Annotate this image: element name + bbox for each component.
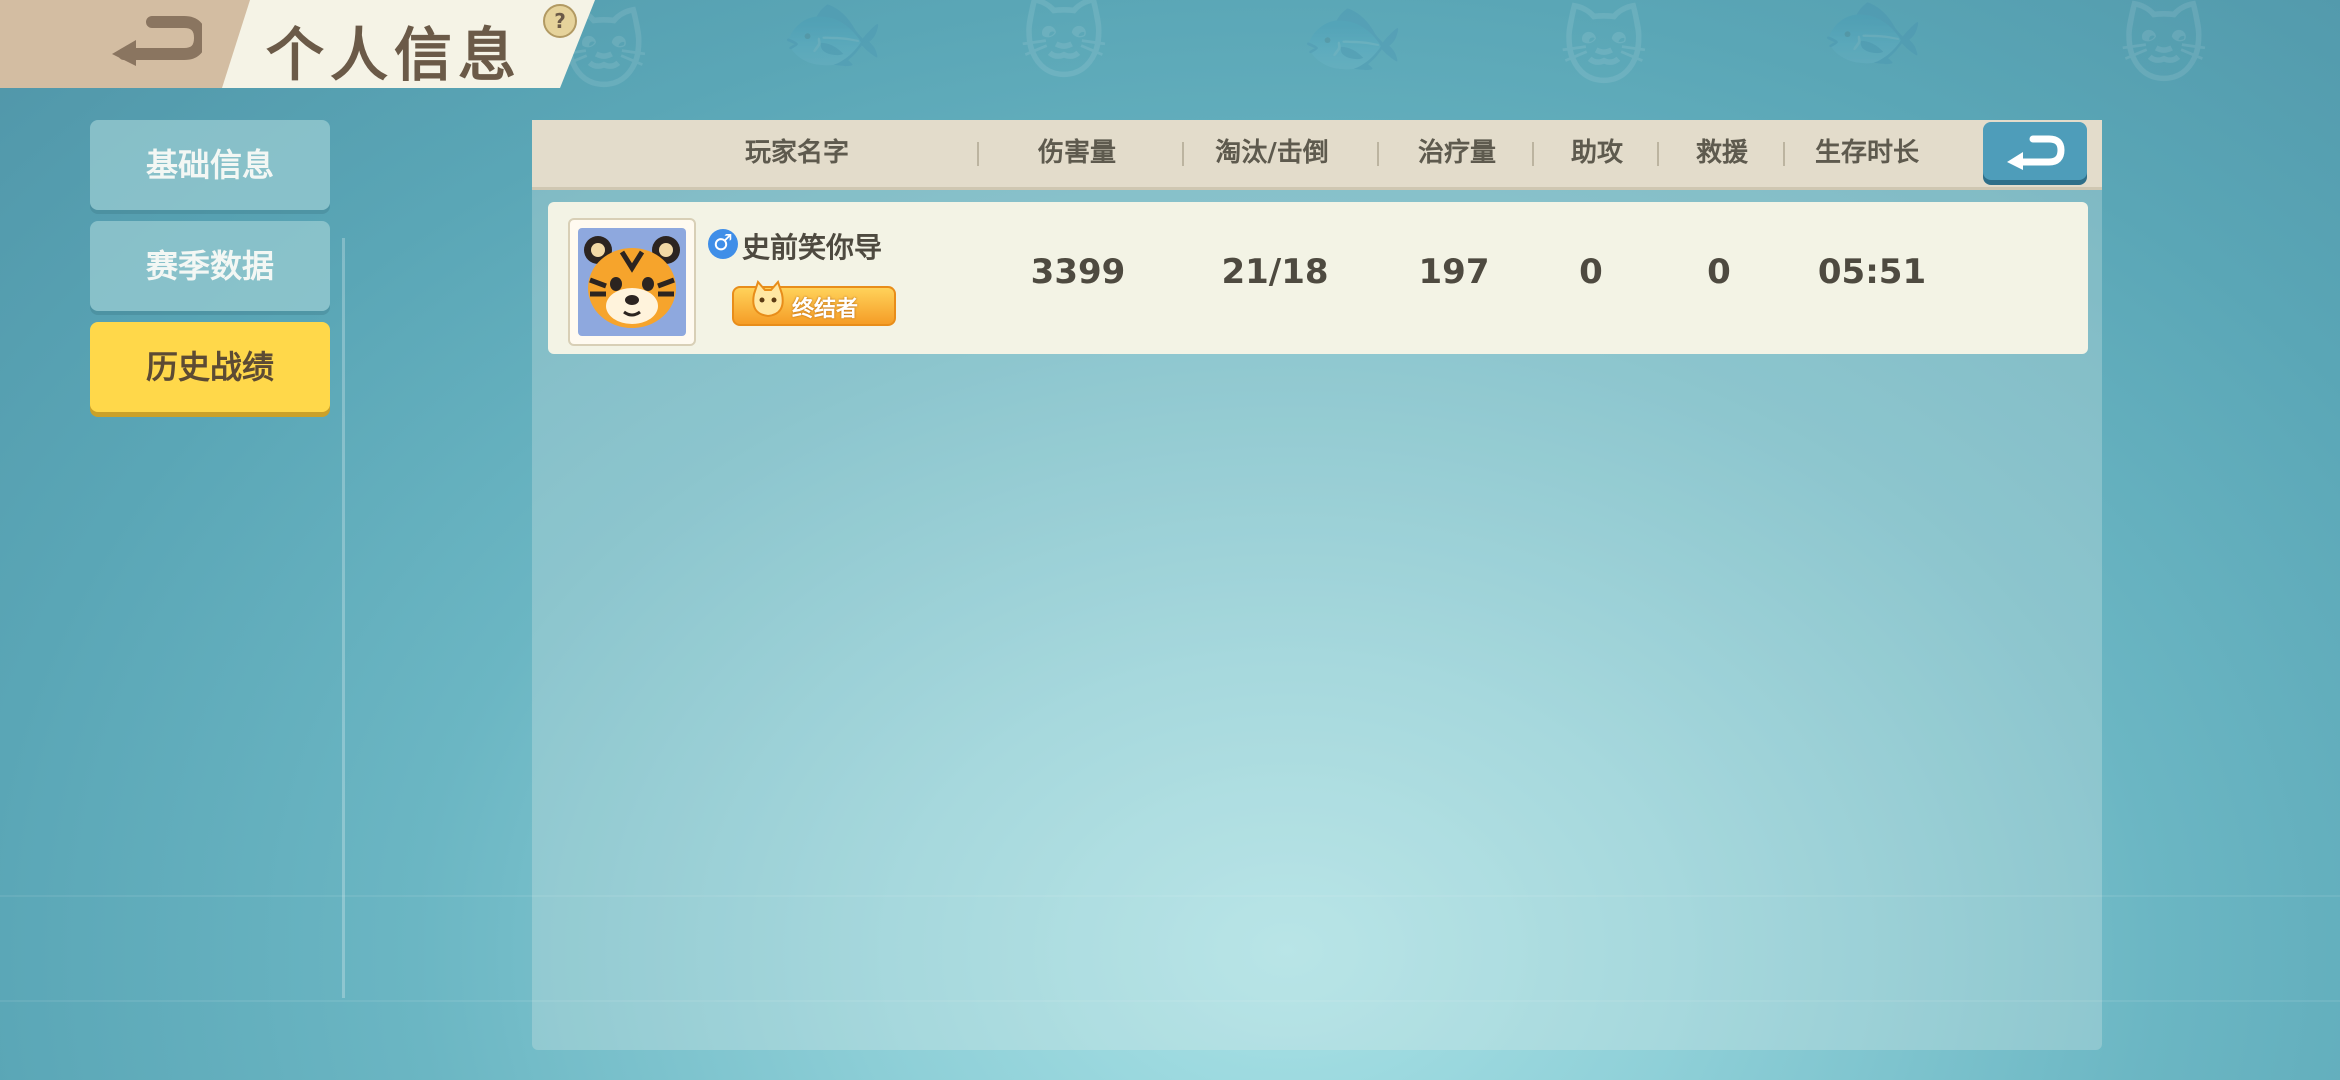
- column-separator: [1783, 142, 1785, 166]
- column-separator: [1657, 142, 1659, 166]
- cat-silhouette-icon: 🐟: [1820, 0, 1925, 79]
- help-icon[interactable]: ?: [543, 4, 577, 38]
- cat-silhouette-icon: 🐟: [1300, 0, 1405, 85]
- column-header-damage: 伤害量: [1037, 138, 1116, 168]
- cell-healing: 197: [1418, 252, 1490, 292]
- title-badge-label: 终结者: [792, 297, 859, 322]
- back-arrow-icon: [112, 16, 202, 66]
- cat-badge-icon: [752, 280, 784, 318]
- return-arrow-icon: [2007, 135, 2065, 170]
- sidebar-divider: [342, 238, 345, 998]
- back-button[interactable]: [0, 0, 250, 88]
- title-badge: 终结者: [714, 280, 904, 326]
- return-button[interactable]: [1983, 122, 2087, 180]
- sidebar-item-match-history[interactable]: 历史战绩: [90, 322, 330, 412]
- cell-rescues: 0: [1707, 252, 1731, 292]
- avatar[interactable]: [568, 218, 696, 346]
- sidebar-item-season-data[interactable]: 赛季数据: [90, 221, 330, 311]
- cat-silhouette-icon: 🐱: [1020, 0, 1108, 91]
- cat-silhouette-icon: 🐱: [2120, 0, 2208, 95]
- cat-silhouette-icon: 🐟: [780, 0, 885, 81]
- cell-assists: 0: [1579, 252, 1603, 292]
- cell-damage: 3399: [1030, 252, 1126, 292]
- cell-survival-time: 05:51: [1817, 252, 1927, 292]
- cell-eliminations: 21/18: [1221, 252, 1329, 292]
- column-separator: [1377, 142, 1379, 166]
- table-header: 玩家名字 伤害量 淘汰/击倒 治疗量 助攻 救援 生存时长: [532, 120, 2102, 190]
- page-title: 个人信息: [266, 21, 523, 89]
- column-separator: [977, 142, 979, 166]
- cat-silhouette-icon: 🐱: [1560, 0, 1648, 97]
- column-header-assists: 助攻: [1570, 138, 1623, 168]
- column-header-player-name: 玩家名字: [744, 138, 849, 168]
- player-name: 史前笑你导: [742, 231, 883, 264]
- column-header-survival-time: 生存时长: [1814, 138, 1919, 168]
- tiger-avatar-icon: [584, 236, 680, 328]
- column-header-eliminations: 淘汰/击倒: [1215, 138, 1329, 168]
- column-separator: [1532, 142, 1534, 166]
- column-header-healing: 治疗量: [1417, 138, 1496, 168]
- column-separator: [1182, 142, 1184, 166]
- male-gender-icon: ♂: [708, 229, 738, 259]
- column-header-rescues: 救援: [1695, 138, 1748, 168]
- sidebar-item-basic-info[interactable]: 基础信息: [90, 120, 330, 210]
